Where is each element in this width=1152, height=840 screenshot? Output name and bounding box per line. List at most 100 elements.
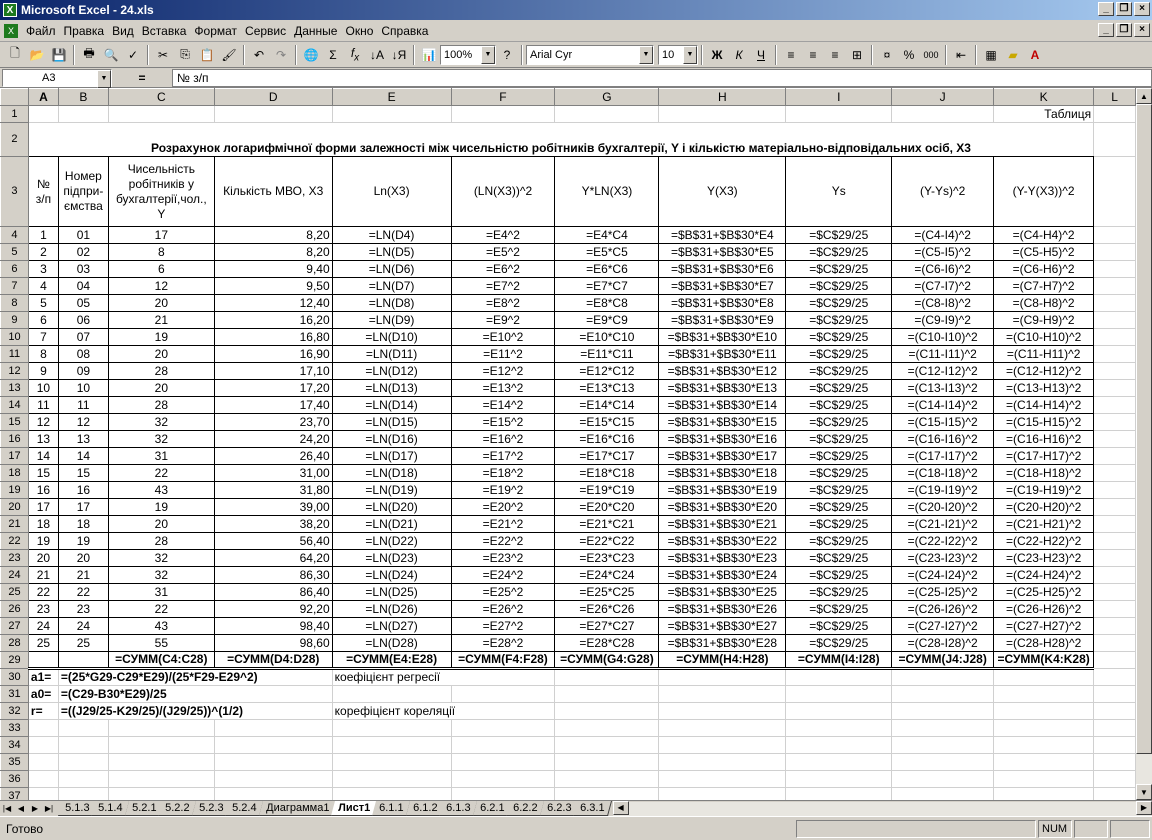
font-select[interactable]: Arial Cyr ▼	[526, 44, 654, 65]
cell[interactable]	[28, 787, 59, 800]
table-cell[interactable]: 16	[27, 481, 59, 499]
menu-file[interactable]: Файл	[22, 24, 60, 38]
cell[interactable]	[658, 105, 787, 123]
column-header-e[interactable]: E	[331, 88, 452, 106]
table-cell[interactable]: =(C18-H18)^2	[993, 464, 1095, 482]
cell[interactable]	[108, 787, 215, 800]
menu-format[interactable]: Формат	[190, 24, 241, 38]
sheet-tab[interactable]: Диаграмма1	[258, 801, 338, 816]
table-cell[interactable]: 17,40	[213, 396, 333, 414]
cell[interactable]	[1093, 617, 1136, 635]
currency-icon[interactable]: ¤	[876, 44, 898, 66]
open-icon[interactable]: 📂	[26, 44, 48, 66]
table-cell[interactable]: =E14^2	[450, 396, 556, 414]
table-title[interactable]: Розрахунок логарифмічної форми залежност…	[28, 122, 1095, 157]
table-cell[interactable]: 20	[107, 379, 215, 397]
cell[interactable]	[785, 702, 893, 720]
document-icon[interactable]: X	[4, 23, 18, 38]
table-cell[interactable]: =LN(D24)	[331, 566, 452, 584]
coef-label[interactable]: a1=	[28, 668, 59, 686]
table-cell[interactable]: =(C5-I5)^2	[891, 243, 995, 261]
sum-cell[interactable]: =СУММ(E4:E28)	[331, 651, 452, 670]
table-cell[interactable]: 13	[57, 430, 109, 448]
cell[interactable]	[1093, 787, 1136, 800]
coef-formula[interactable]: =(25*G29-C29*E29)/(25*F29-E29^2)	[58, 668, 333, 686]
percent-icon[interactable]: %	[898, 44, 920, 66]
cell[interactable]	[785, 105, 893, 123]
worksheet-grid[interactable]: A B C D E F G H I J K L 1 Таблиця 2 Розрахунок логарифм…	[0, 88, 1136, 800]
cell[interactable]	[785, 787, 893, 800]
sum-cell[interactable]: =СУММ(F4:F28)	[450, 651, 556, 670]
table-label[interactable]: Таблиця	[993, 105, 1095, 123]
table-cell[interactable]: =(C11-H11)^2	[993, 345, 1095, 363]
table-cell[interactable]: =(C22-I22)^2	[891, 532, 995, 550]
cell[interactable]	[214, 105, 333, 123]
cell[interactable]	[1093, 753, 1136, 771]
undo-icon[interactable]: ↶	[248, 44, 270, 66]
table-cell[interactable]: 07	[57, 328, 109, 346]
table-cell[interactable]: =$B$31+$B$30*E26	[658, 600, 787, 618]
cell[interactable]	[785, 736, 893, 754]
table-cell[interactable]: =(C15-H15)^2	[993, 413, 1095, 431]
table-cell[interactable]: =E8*C8	[554, 294, 660, 312]
table-cell[interactable]: =$B$31+$B$30*E9	[658, 311, 787, 329]
table-cell[interactable]: 1	[27, 226, 59, 244]
row-header[interactable]: 28	[0, 634, 29, 652]
name-box[interactable]: A3 ▼	[2, 68, 112, 88]
table-cell[interactable]: 55	[107, 634, 215, 652]
scroll-down-icon[interactable]: ▼	[1136, 784, 1152, 800]
table-cell[interactable]: =(C10-H10)^2	[993, 328, 1095, 346]
cell[interactable]	[993, 719, 1095, 737]
table-cell[interactable]: 22	[107, 464, 215, 482]
table-cell[interactable]: =$C$29/25	[785, 532, 893, 550]
table-cell[interactable]: =LN(D7)	[331, 277, 452, 295]
row-header[interactable]: 11	[0, 345, 29, 363]
table-cell[interactable]: =E28^2	[450, 634, 556, 652]
cell[interactable]	[891, 668, 995, 686]
row-header[interactable]: 18	[0, 464, 29, 482]
menu-help[interactable]: Справка	[377, 24, 432, 38]
chart-wizard-icon[interactable]: 📊	[418, 44, 440, 66]
table-cell[interactable]: 16,90	[213, 345, 333, 363]
menu-insert[interactable]: Вставка	[138, 24, 191, 38]
table-cell[interactable]: 03	[57, 260, 109, 278]
cell[interactable]	[785, 719, 893, 737]
table-cell[interactable]: =$C$29/25	[785, 583, 893, 601]
table-cell[interactable]: =$B$31+$B$30*E25	[658, 583, 787, 601]
cell[interactable]	[451, 770, 556, 788]
table-cell[interactable]: 23,70	[213, 413, 333, 431]
row-header[interactable]: 1	[0, 105, 29, 123]
table-cell[interactable]: 20	[57, 549, 109, 567]
cell[interactable]	[1093, 532, 1136, 550]
cell[interactable]	[891, 770, 995, 788]
cell[interactable]	[1093, 294, 1136, 312]
table-cell[interactable]: 26,40	[213, 447, 333, 465]
table-cell[interactable]: =E24^2	[450, 566, 556, 584]
sort-ascending-icon[interactable]: ↓A	[366, 44, 388, 66]
sheet-tab[interactable]: 6.3.1	[573, 801, 613, 816]
table-cell[interactable]: =E18^2	[450, 464, 556, 482]
help-icon[interactable]: ?	[496, 44, 518, 66]
table-cell[interactable]: =LN(D21)	[331, 515, 452, 533]
table-cell[interactable]: =LN(D28)	[331, 634, 452, 652]
table-cell[interactable]: =$B$31+$B$30*E21	[658, 515, 787, 533]
table-cell[interactable]: =(C4-I4)^2	[891, 226, 995, 244]
table-cell[interactable]: =(C7-H7)^2	[993, 277, 1095, 295]
row-header[interactable]: 36	[0, 770, 29, 788]
cell[interactable]	[58, 770, 109, 788]
table-cell[interactable]: =(C26-H26)^2	[993, 600, 1095, 618]
table-cell[interactable]: =(C19-H19)^2	[993, 481, 1095, 499]
row-header[interactable]: 5	[0, 243, 29, 261]
table-cell[interactable]: 22	[27, 583, 59, 601]
row-header[interactable]: 34	[0, 736, 29, 754]
cell[interactable]	[332, 685, 452, 703]
cell[interactable]	[28, 719, 59, 737]
table-cell[interactable]: =E19^2	[450, 481, 556, 499]
table-cell[interactable]: 3	[27, 260, 59, 278]
row-header[interactable]: 10	[0, 328, 29, 346]
first-sheet-icon[interactable]: |◀	[0, 802, 14, 816]
table-cell[interactable]: 12	[57, 413, 109, 431]
table-cell[interactable]: 06	[57, 311, 109, 329]
horizontal-scrollbar[interactable]: ◀ ▶	[612, 800, 1152, 816]
table-cell[interactable]: =(C9-I9)^2	[891, 311, 995, 329]
